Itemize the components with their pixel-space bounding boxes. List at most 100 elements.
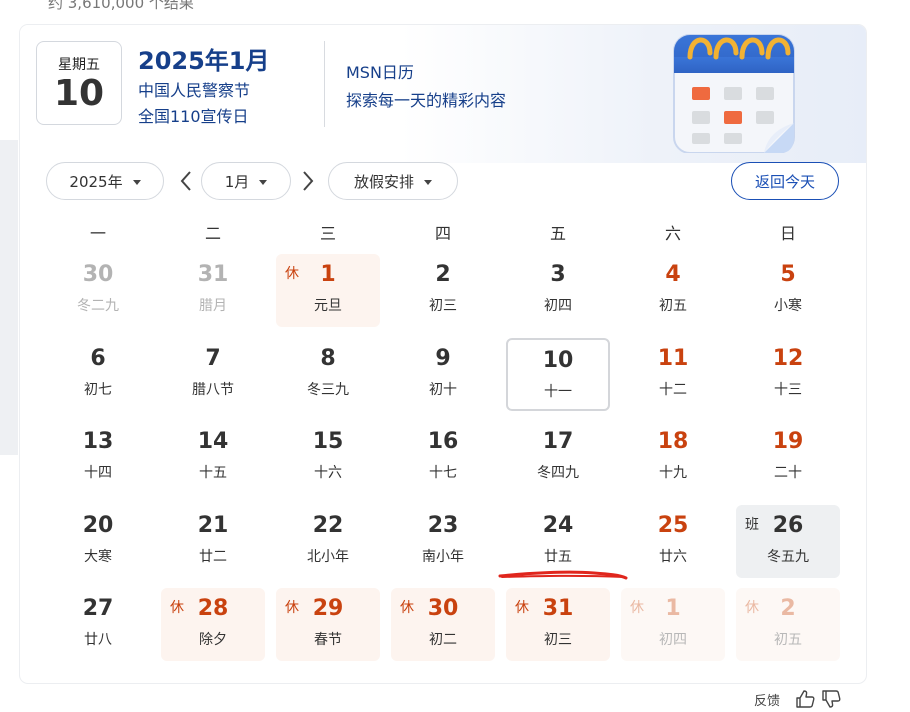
lunar-date: 冬二九 (77, 298, 119, 314)
red-underline-annotation (498, 570, 628, 580)
day-number: 7 (205, 345, 221, 371)
holiday-name-1: 中国人民警察节 (138, 81, 251, 100)
day-cell[interactable]: 16 十七 (391, 421, 495, 494)
lunar-date: 十五 (199, 465, 227, 481)
day-number: 14 (197, 429, 229, 454)
search-result-count: 约 3,610,000 个结果 (48, 0, 194, 12)
weekday-header: 四 (434, 224, 451, 243)
day-number: 20 (82, 512, 114, 538)
lunar-date: 廿二 (199, 548, 227, 565)
day-cell[interactable]: 休 28 除夕 (161, 588, 265, 661)
lunar-date: 初四 (659, 632, 687, 648)
lunar-date: 初五 (659, 298, 687, 314)
holiday-name-2: 全国110宣传日 (138, 107, 249, 126)
lunar-date: 初二 (429, 632, 457, 648)
day-cell[interactable]: 班 26 冬五九 (736, 504, 840, 578)
day-number: 30 (82, 262, 114, 287)
today-day-number: 10 (53, 73, 105, 114)
day-cell[interactable]: 7 腊八节 (161, 338, 265, 411)
day-cell[interactable]: 11 十二 (621, 338, 725, 411)
day-cell-today[interactable]: 10 十一 (506, 337, 610, 411)
day-number: 17 (542, 429, 574, 454)
day-number: 1 (665, 596, 681, 621)
lunar-date: 廿六 (659, 548, 687, 565)
day-cell[interactable]: 25 廿六 (621, 505, 725, 578)
lunar-date: 南小年 (422, 548, 464, 565)
year-select[interactable]: 2025年 (46, 162, 164, 200)
lunar-date: 初七 (84, 381, 112, 398)
today-date-box: 星期五 10 (36, 41, 122, 125)
holiday-schedule-select[interactable]: 放假安排 (328, 162, 458, 200)
lunar-date: 初三 (429, 298, 457, 314)
day-number: 29 (312, 596, 344, 621)
day-number: 24 (542, 512, 574, 538)
day-cell[interactable]: 20 大寒 (46, 505, 150, 578)
day-number: 11 (657, 345, 689, 371)
weekday-header: 六 (664, 224, 681, 243)
day-cell[interactable]: 2 初三 (391, 254, 495, 327)
day-cell[interactable]: 5 小寒 (736, 254, 840, 327)
header-divider (324, 41, 325, 127)
day-cell[interactable]: 6 初七 (46, 338, 150, 411)
lunar-date: 十三 (774, 381, 802, 398)
msn-calendar-title[interactable]: MSN日历 (346, 59, 414, 83)
thumbs-up-icon[interactable] (794, 688, 816, 710)
msn-calendar-subtitle[interactable]: 探索每一天的精彩内容 (346, 87, 506, 111)
day-cell[interactable]: 4 初五 (621, 254, 725, 327)
day-number: 15 (312, 429, 344, 454)
lunar-date: 初十 (429, 381, 457, 398)
day-number: 30 (427, 596, 459, 621)
day-cell[interactable]: 8 冬三九 (276, 338, 380, 411)
day-number: 22 (312, 512, 344, 538)
day-cell[interactable]: 9 初十 (391, 338, 495, 411)
back-to-today-button[interactable]: 返回今天 (731, 162, 839, 200)
day-number: 26 (772, 512, 804, 538)
day-cell[interactable]: 24 廿五 (506, 505, 610, 578)
day-number: 23 (427, 512, 459, 538)
prev-month-button[interactable] (174, 168, 198, 194)
lunar-date: 十一 (544, 383, 572, 400)
next-month-button[interactable] (296, 168, 320, 194)
day-cell[interactable]: 27 廿八 (46, 588, 150, 661)
day-number: 1 (320, 262, 336, 287)
lunar-date: 初四 (544, 298, 572, 314)
day-cell[interactable]: 14 十五 (161, 421, 265, 494)
year-select-value: 2025年 (69, 172, 123, 191)
day-cell[interactable]: 19 二十 (736, 421, 840, 494)
weekday-header: 日 (779, 224, 796, 243)
day-cell[interactable]: 12 十三 (736, 338, 840, 411)
day-cell[interactable]: 31 腊月 (161, 254, 265, 327)
day-cell[interactable]: 休 30 初二 (391, 588, 495, 661)
day-cell[interactable]: 21 廿二 (161, 505, 265, 578)
day-number: 5 (780, 262, 796, 287)
calendar-illustration (673, 34, 795, 153)
day-cell[interactable]: 17 冬四九 (506, 421, 610, 494)
day-number: 8 (320, 345, 336, 371)
day-cell[interactable]: 22 北小年 (276, 505, 380, 578)
day-cell[interactable]: 3 初四 (506, 254, 610, 327)
day-cell[interactable]: 休 1 初四 (621, 588, 725, 661)
feedback-label[interactable]: 反馈 (754, 690, 780, 709)
day-cell[interactable]: 18 十九 (621, 421, 725, 494)
day-cell[interactable]: 15 十六 (276, 421, 380, 494)
day-cell[interactable]: 30 冬二九 (46, 254, 150, 327)
month-select[interactable]: 1月 (201, 162, 291, 200)
day-cell[interactable]: 休 29 春节 (276, 588, 380, 661)
lunar-date: 二十 (774, 465, 802, 481)
day-cell[interactable]: 休 31 初三 (506, 588, 610, 661)
lunar-date: 除夕 (199, 632, 227, 648)
day-number: 12 (772, 345, 804, 371)
lunar-date: 十七 (429, 465, 457, 481)
weekday-header: 二 (204, 224, 221, 243)
day-number: 3 (550, 262, 566, 287)
day-cell[interactable]: 休 1 元旦 (276, 254, 380, 327)
day-cell[interactable]: 休 2 初五 (736, 588, 840, 661)
day-cell[interactable]: 23 南小年 (391, 505, 495, 578)
lunar-date: 大寒 (84, 548, 112, 565)
day-number: 21 (197, 512, 229, 538)
lunar-date: 腊八节 (192, 381, 234, 398)
caret-down-icon (424, 179, 432, 185)
thumbs-down-icon[interactable] (820, 688, 842, 710)
day-cell[interactable]: 13 十四 (46, 421, 150, 494)
day-number: 27 (82, 596, 114, 621)
